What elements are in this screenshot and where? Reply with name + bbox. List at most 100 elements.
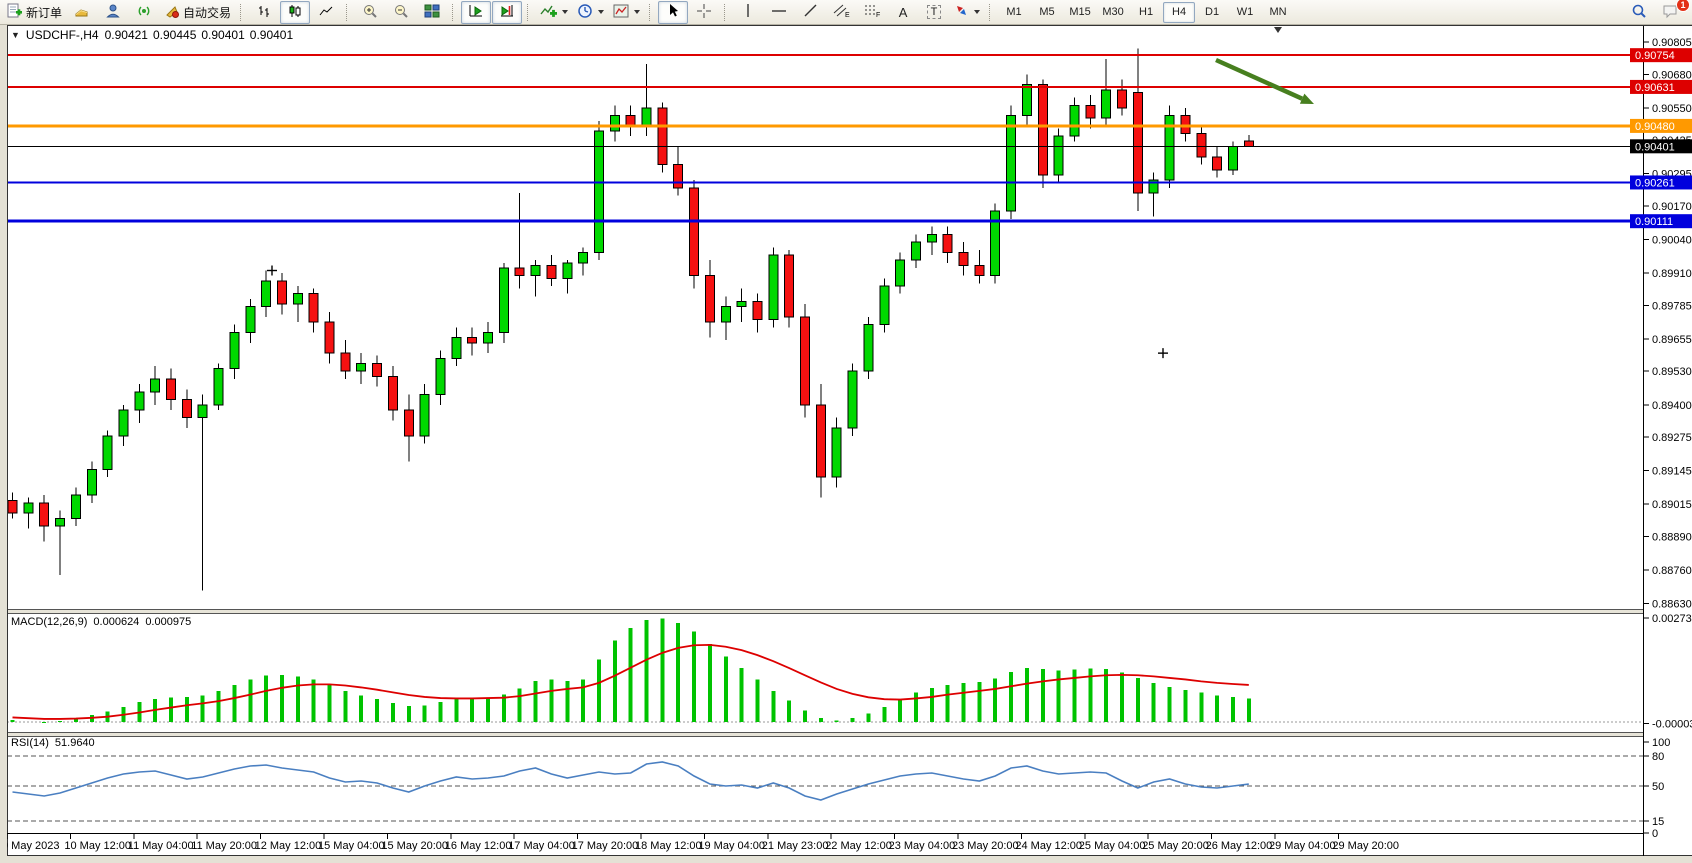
equidistant-channel-button[interactable]: E <box>826 1 856 24</box>
search-button[interactable] <box>1624 1 1654 24</box>
timeframe-button-D1[interactable]: D1 <box>1196 2 1228 23</box>
price-tick-label: 0.89275 <box>1652 432 1692 444</box>
candle-body <box>737 301 746 306</box>
chart-window: 0.908050.906800.905500.904250.902950.901… <box>7 25 1692 856</box>
candle-body <box>769 255 778 320</box>
market-watch-button[interactable] <box>67 1 97 24</box>
candle-body <box>404 410 413 436</box>
candle-body <box>388 376 397 410</box>
candle-body <box>547 265 556 278</box>
pane-separator[interactable] <box>7 610 1643 614</box>
bar-chart-button[interactable] <box>249 1 279 24</box>
time-axis-label: 10 May 12:00 <box>64 840 131 852</box>
timeframe-button-W1[interactable]: W1 <box>1229 2 1261 23</box>
new-order-button[interactable]: 新订单 <box>3 1 66 24</box>
candle-body <box>167 379 176 400</box>
pane-separator[interactable] <box>7 733 1643 737</box>
dropdown-caret <box>634 10 640 14</box>
periods-button[interactable] <box>573 1 608 24</box>
price-tick-label: 0.90550 <box>1652 103 1692 115</box>
vertical-line-button[interactable] <box>733 1 763 24</box>
chart-canvas[interactable]: 0.908050.906800.905500.904250.902950.901… <box>7 25 1692 856</box>
timeframe-button-M5[interactable]: M5 <box>1031 2 1063 23</box>
macd-label: MACD(12,26,9) 0.000624 0.000975 <box>11 616 191 628</box>
main-toolbar: 新订单 自动交易 <box>0 0 1692 25</box>
auto-trading-button[interactable]: 自动交易 <box>160 1 235 24</box>
arrows-tool-button[interactable] <box>950 1 984 24</box>
toolbar-grip <box>452 4 456 21</box>
timeframe-button-M30[interactable]: M30 <box>1097 2 1129 23</box>
macd-signal-value: 0.000975 <box>145 616 191 628</box>
label-tool-button[interactable]: T <box>919 1 949 24</box>
candle-body <box>1118 90 1127 108</box>
svg-text:E: E <box>845 12 850 18</box>
price-tick-label: 0.88760 <box>1652 565 1692 577</box>
candle-body <box>87 469 96 495</box>
profile-button[interactable] <box>98 1 128 24</box>
candle-body <box>848 371 857 428</box>
candle-body <box>135 392 144 410</box>
toolbar-grip <box>989 4 993 21</box>
zoom-in-button[interactable] <box>355 1 385 24</box>
templates-button[interactable] <box>609 1 644 24</box>
candle-body <box>119 410 128 436</box>
time-axis-label: 22 May 12:00 <box>825 840 892 852</box>
zoom-in-icon <box>362 3 378 22</box>
candle-body <box>24 503 33 513</box>
cursor-button[interactable] <box>658 1 688 24</box>
text-tool-button[interactable]: A <box>888 1 918 24</box>
timeframe-button-M1[interactable]: M1 <box>998 2 1030 23</box>
candle-body <box>40 503 49 526</box>
time-axis-label: 16 May 12:00 <box>445 840 512 852</box>
candle-body <box>56 518 65 526</box>
candlestick-chart-button[interactable] <box>280 1 310 24</box>
price-tick-label: 0.89145 <box>1652 466 1692 478</box>
new-order-label: 新订单 <box>26 4 62 21</box>
horizontal-line-button[interactable] <box>764 1 794 24</box>
crosshair-button[interactable] <box>689 1 719 24</box>
candle-body <box>262 281 271 307</box>
chart-symbol-timeframe: USDCHF-,H4 <box>26 28 99 42</box>
tile-windows-button[interactable] <box>417 1 447 24</box>
toolbar-grip <box>649 4 653 21</box>
line-chart-button[interactable] <box>311 1 341 24</box>
chart-shift-button[interactable] <box>492 1 522 24</box>
candle-body <box>246 307 255 333</box>
candle-body <box>896 260 905 286</box>
templates-icon <box>613 3 629 22</box>
time-axis-label: 19 May 04:00 <box>698 840 765 852</box>
rsi-value: 51.9640 <box>55 737 95 749</box>
trendline-button[interactable] <box>795 1 825 24</box>
timeframe-button-M15[interactable]: M15 <box>1064 2 1096 23</box>
candle-body <box>182 400 191 418</box>
candle-body <box>610 116 619 131</box>
price-tick-label: 0.88630 <box>1652 599 1692 611</box>
arrows-tool-icon <box>954 3 969 21</box>
candle-body <box>373 363 382 376</box>
candle-body <box>515 268 524 276</box>
candle-body <box>277 281 286 304</box>
candle-body <box>816 405 825 477</box>
fibonacci-button[interactable]: F <box>857 1 887 24</box>
candle-body <box>1133 92 1142 193</box>
rsi-label: RSI(14) 51.9640 <box>11 737 95 749</box>
auto-scroll-button[interactable] <box>461 1 491 24</box>
timeframe-button-H1[interactable]: H1 <box>1130 2 1162 23</box>
signal-button[interactable] <box>129 1 159 24</box>
price-tick-label: 0.90170 <box>1652 201 1692 213</box>
indicators-button[interactable] <box>536 1 572 24</box>
candlestick-chart-icon <box>288 4 302 21</box>
toolbar-grip <box>527 4 531 21</box>
chevron-down-icon[interactable]: ▼ <box>11 30 20 40</box>
chart-background[interactable] <box>7 25 1692 856</box>
candle-body <box>911 242 920 260</box>
price-tick-label: 0.89015 <box>1652 499 1692 511</box>
price-tick-label: 0.89655 <box>1652 334 1692 346</box>
indicators-add-icon <box>540 3 557 22</box>
candle-body <box>1038 85 1047 175</box>
zoom-out-button[interactable] <box>386 1 416 24</box>
timeframe-button-H4[interactable]: H4 <box>1163 2 1195 23</box>
ohlc-high: 0.90445 <box>153 28 196 42</box>
chat-button[interactable]: 1 <box>1655 1 1685 24</box>
timeframe-button-MN[interactable]: MN <box>1262 2 1294 23</box>
